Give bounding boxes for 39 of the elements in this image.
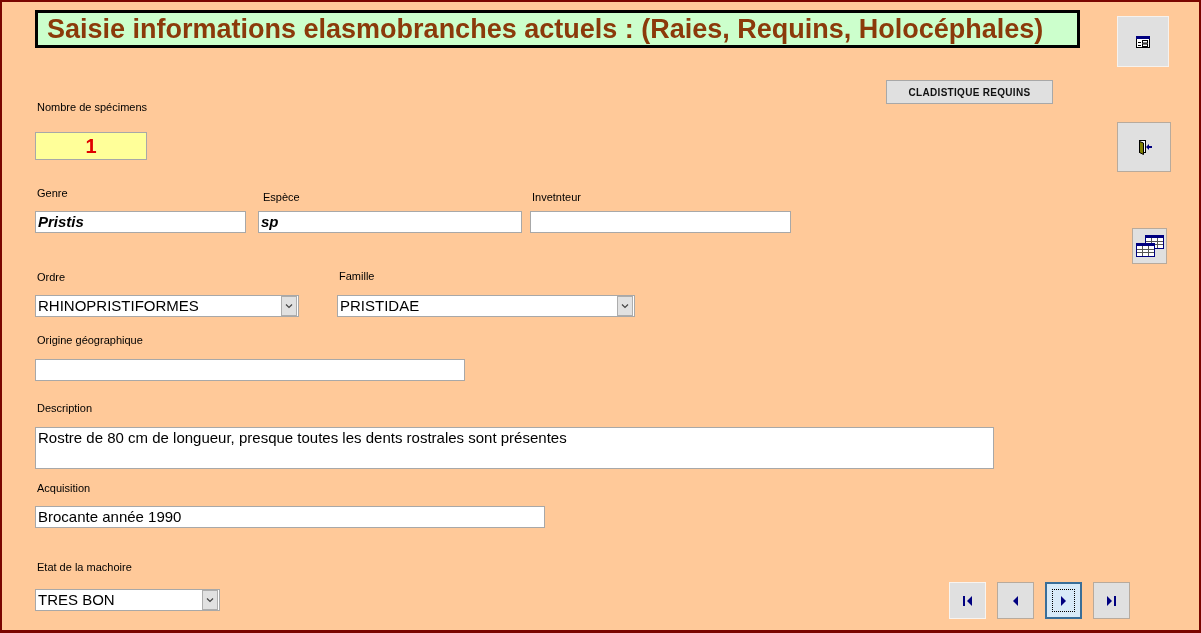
form-title: Saisie informations elasmobranches actuels : (Raies, Requins, Holocéphales) [35, 10, 1080, 48]
next-record-button[interactable] [1045, 582, 1082, 619]
next-icon [1061, 595, 1066, 606]
field-label: Espèce [263, 190, 300, 204]
text-field[interactable]: Brocante année 1990 [35, 506, 545, 528]
table-grids-icon [1135, 235, 1164, 257]
text-field[interactable]: Pristis [35, 211, 246, 233]
field-label: Genre [37, 186, 68, 200]
text-field[interactable] [35, 359, 465, 381]
text-area[interactable]: Rostre de 80 cm de longueur, presque toutes les dents rostrales sont présentes [35, 427, 994, 469]
field-label: Etat de la machoire [37, 560, 132, 574]
form-view-button[interactable] [1117, 16, 1169, 67]
field-label: Acquisition [37, 481, 91, 495]
exit-button[interactable] [1117, 122, 1171, 172]
field-label: Description [37, 401, 93, 415]
field-label: Famille [339, 269, 375, 283]
text-field[interactable]: sp [258, 211, 522, 233]
previous-icon [1013, 595, 1018, 606]
last-record-button[interactable] [1093, 582, 1130, 619]
field-label: Nombre de spécimens [37, 100, 148, 114]
skip-back-icon [963, 595, 972, 606]
door-arrow-icon [1136, 139, 1152, 155]
field-label: Origine géographique [37, 333, 143, 347]
count-field[interactable]: 1 [35, 132, 147, 160]
skip-forward-icon [1107, 595, 1116, 606]
first-record-button[interactable] [949, 582, 986, 619]
text-field[interactable] [530, 211, 791, 233]
dropdown-field[interactable]: PRISTIDAE [337, 295, 635, 317]
tables-button[interactable] [1132, 228, 1167, 264]
dropdown-field[interactable]: RHINOPRISTIFORMES [35, 295, 299, 317]
dropdown-field[interactable]: TRES BON [35, 589, 220, 611]
form-window-icon [1136, 35, 1150, 48]
chevron-down-icon [281, 296, 297, 316]
field-label: Invetnteur [532, 190, 581, 204]
cladistics-button[interactable]: CLADISTIQUE REQUINS [886, 80, 1053, 104]
previous-record-button[interactable] [997, 582, 1034, 619]
field-label: Ordre [37, 270, 66, 284]
chevron-down-icon [202, 590, 218, 610]
chevron-down-icon [617, 296, 633, 316]
